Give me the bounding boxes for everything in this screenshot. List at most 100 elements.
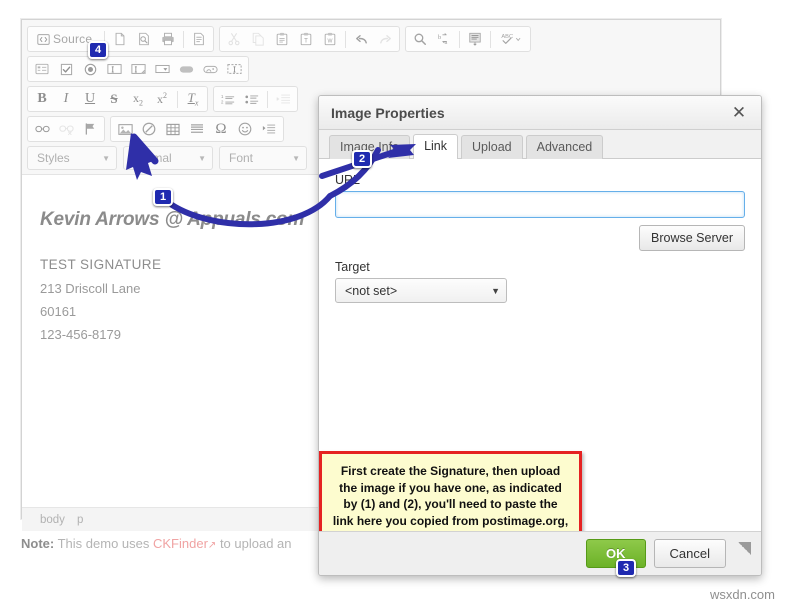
italic-button[interactable]: I [55,88,77,110]
redo-button[interactable] [374,28,396,50]
bold-button[interactable]: B [31,88,53,110]
select-all-button[interactable] [464,28,486,50]
superscript-button[interactable]: x2 [151,88,173,110]
annotation-badge-4: 4 [88,41,108,59]
select-field-button[interactable] [151,58,173,80]
chevron-down-icon: ▼ [491,285,500,296]
svg-text:2: 2 [221,99,224,104]
image-button-field-button[interactable] [199,58,221,80]
unlink-button[interactable] [55,118,77,140]
numbered-list-button[interactable]: 12 [217,88,239,110]
text-field-button[interactable] [103,58,125,80]
element-path-body[interactable]: body [40,514,65,526]
dialog-title: Image Properties [331,104,445,121]
svg-text:T: T [304,38,308,45]
target-select[interactable]: <not set> ▼ [335,278,507,303]
find-button[interactable] [409,28,431,50]
toolbar-divider [183,30,185,48]
textarea-button[interactable] [127,58,149,80]
url-input[interactable] [335,191,745,218]
toolbar-divider [267,90,268,108]
font-combo[interactable]: Font ▼ [219,146,307,170]
svg-text:a: a [444,39,447,46]
spellcheck-button[interactable]: ABC [495,28,527,50]
form-button[interactable] [31,58,53,80]
site-watermark: wsxdn.com [709,587,775,602]
paste-word-button[interactable]: W [319,28,341,50]
toolbar-group-forms [27,56,249,82]
dialog-titlebar[interactable]: Image Properties ✕ [319,96,761,130]
toolbar-group-links [27,116,105,142]
element-path-p[interactable]: p [77,514,83,526]
toolbar-divider [177,90,178,108]
new-page-button[interactable] [109,28,131,50]
ckfinder-link[interactable]: CKFinder [153,536,208,551]
paste-button[interactable] [271,28,293,50]
url-field-label: URL [335,173,361,187]
hidden-field-button[interactable] [223,58,245,80]
copy-button[interactable] [247,28,269,50]
cut-button[interactable] [223,28,245,50]
page-break-button[interactable] [258,118,280,140]
tab-link[interactable]: Link [413,134,459,159]
toolbar-group-document: Source [27,26,215,52]
font-combo-label: Font [229,151,254,165]
table-button[interactable] [162,118,184,140]
subscript-button[interactable]: x2 [127,88,149,110]
strikethrough-button[interactable]: S [103,88,125,110]
svg-text:W: W [328,39,333,45]
smiley-button[interactable] [234,118,256,140]
image-button[interactable] [114,118,136,140]
checkbox-button[interactable] [55,58,77,80]
indent-button[interactable] [272,88,294,110]
note-label: Note: [21,536,55,551]
dialog-tabs: Image Info Link Upload Advanced [319,130,761,159]
print-button[interactable] [157,28,179,50]
styles-combo[interactable]: Styles ▼ [27,146,117,170]
target-select-value: <not set> [345,283,398,298]
annotation-badge-1: 1 [153,188,173,206]
tab-upload[interactable]: Upload [461,135,523,159]
replace-button[interactable]: ba [433,28,455,50]
paste-text-button[interactable]: T [295,28,317,50]
external-link-icon: ↗ [207,540,217,551]
tab-advanced[interactable]: Advanced [525,135,604,159]
underline-button[interactable]: U [79,88,101,110]
toolbar-divider [459,30,461,48]
special-char-button[interactable]: Ω [210,118,232,140]
toolbar-group-basicstyles: B I U S x2 x2 Tx [27,86,208,112]
radio-button[interactable] [79,58,101,80]
instruction-callout: First create the Signature, then upload … [319,451,582,531]
remove-format-button[interactable]: Tx [182,88,204,110]
undo-button[interactable] [350,28,372,50]
flash-button[interactable] [138,118,160,140]
target-field-label: Target [335,260,370,274]
dialog-footer: OK Cancel [319,531,761,575]
horizontal-rule-button[interactable] [186,118,208,140]
preview-button[interactable] [133,28,155,50]
paragraph-format-label: Normal [133,151,172,165]
svg-text:b: b [438,34,442,41]
chevron-down-icon: ▼ [198,153,206,163]
paragraph-format-combo[interactable]: Normal ▼ [123,146,213,170]
toolbar-row-2 [27,54,715,84]
anchor-button[interactable] [79,118,101,140]
browse-server-row: Browse Server [335,225,745,251]
bulleted-list-button[interactable] [241,88,263,110]
browse-server-button[interactable]: Browse Server [639,225,745,251]
annotation-badge-3: 3 [616,559,636,577]
templates-button[interactable] [188,28,210,50]
button-field-button[interactable] [175,58,197,80]
link-button[interactable] [31,118,53,140]
toolbar-divider [490,30,492,48]
toolbar-group-editing: ba ABC [405,26,532,52]
close-icon[interactable]: ✕ [729,103,749,123]
note-text-after: to upload an [219,536,292,551]
toolbar-group-paragraph: 12 [213,86,298,112]
dialog-body-link-tab: URL Browse Server Target <not set> ▼ Fir… [319,159,761,531]
dialog-resize-grip[interactable] [738,542,751,555]
toolbar-divider [345,30,347,48]
toolbar-group-clipboard: T W [219,26,401,52]
cancel-button[interactable]: Cancel [653,539,726,568]
toolbar-group-insert: Ω [110,116,284,142]
